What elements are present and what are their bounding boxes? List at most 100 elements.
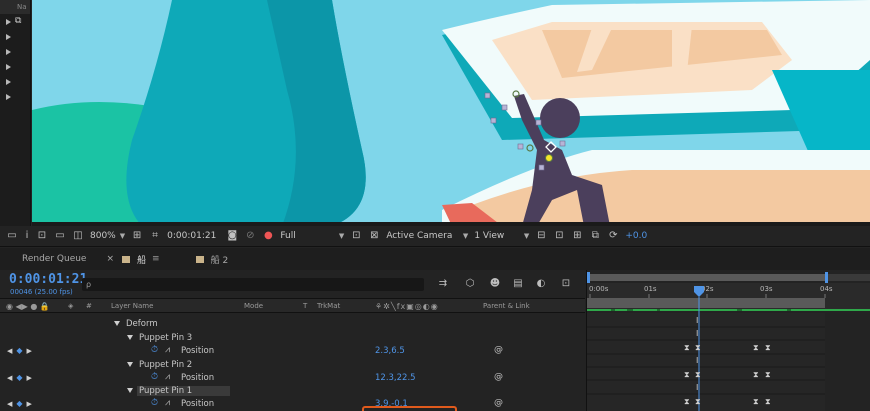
tab-composition-1[interactable]: × 船 ≡ — [96, 248, 169, 270]
expand-arrow-icon[interactable] — [6, 79, 11, 85]
expand-arrow-icon[interactable] — [6, 64, 11, 70]
expand-caret-icon[interactable] — [127, 362, 133, 367]
tab-menu-icon[interactable]: ≡ — [152, 254, 160, 264]
pick-whip-icon[interactable]: @ — [494, 345, 503, 355]
project-item[interactable] — [0, 89, 30, 104]
timeline-icon[interactable]: ⊞ — [571, 230, 583, 242]
info-icon[interactable]: i — [24, 230, 30, 242]
mask-icon[interactable]: ◫ — [72, 230, 84, 242]
tab-render-queue[interactable]: Render Queue — [0, 248, 96, 270]
layer-row-puppet-pin-1[interactable]: Puppet Pin 1 — [0, 385, 585, 398]
stopwatch-icon[interactable]: ⏱ — [151, 398, 158, 408]
position-value[interactable]: 2.3,6.5 — [375, 346, 405, 356]
keyframe-navigator[interactable]: ◀ ◆ ▶ — [7, 346, 32, 355]
tab-composition-2[interactable]: 船 2 — [186, 248, 239, 270]
fast-preview-icon[interactable]: ⊡ — [553, 230, 565, 242]
draft-3d-icon[interactable]: ⬡ — [463, 277, 477, 291]
color-channels-icon[interactable]: ● — [262, 230, 274, 242]
project-item[interactable] — [0, 74, 30, 89]
svg-text:⧗: ⧗ — [765, 397, 771, 406]
camera-dropdown[interactable]: Active Camera ▼ — [386, 231, 468, 241]
camera-icon[interactable]: ◙ — [226, 230, 238, 242]
svg-text:⧗: ⧗ — [765, 370, 771, 379]
toggle-pixel-aspect-icon[interactable]: ⊟ — [535, 230, 547, 242]
stopwatch-icon[interactable]: ⏱ — [151, 345, 158, 355]
frame-blending-icon[interactable]: ▤ — [511, 277, 525, 291]
expand-arrow-icon[interactable] — [6, 19, 11, 25]
expand-arrow-icon[interactable] — [6, 94, 11, 100]
graph-icon[interactable]: ⩘ — [165, 398, 170, 408]
views-dropdown[interactable]: 1 View ▼ — [474, 231, 529, 241]
property-label: Puppet Pin 2 — [139, 360, 193, 370]
column-parent-link[interactable]: Parent & Link — [483, 302, 530, 310]
switches-column-icons[interactable]: ⚘✲╲fx▣◎◐◉ — [375, 302, 439, 311]
tab-label: Render Queue — [22, 254, 87, 264]
svg-text:I: I — [696, 329, 698, 338]
composition-viewer[interactable] — [32, 0, 870, 226]
highlight-box — [362, 406, 457, 411]
transparency-grid-icon[interactable]: ⊠ — [368, 230, 380, 242]
pick-whip-icon[interactable]: @ — [494, 372, 503, 382]
shy-layers-icon[interactable]: ☻ — [488, 277, 502, 291]
timeline-graph-area[interactable]: 0:00s 01s 02s 03s 04s ⧗ ⧗ ⧗ ⧗ ⧗ ⧗ ⧗ ⧗ ⧗ ⧗ ⧗ ⧗ — [586, 270, 870, 411]
flowchart-icon[interactable]: ⧉ — [589, 230, 601, 242]
viewer-timecode[interactable]: 0:00:01:21 — [167, 231, 216, 241]
composition-mini-flowchart-icon[interactable]: ⇉ — [436, 277, 450, 291]
visibility-column-icons[interactable]: ◉ ◀▶ ● 🔒 — [6, 302, 50, 311]
project-item[interactable] — [0, 44, 30, 59]
crop-icon[interactable]: ⌗ — [149, 230, 161, 242]
layer-row-position[interactable]: ◀ ◆ ▶ ⏱ ⩘ Position 3.9,-0.1 @ — [0, 398, 585, 411]
stopwatch-icon[interactable]: ⏱ — [151, 372, 158, 382]
column-number[interactable]: # — [86, 302, 92, 310]
graph-icon[interactable]: ⩘ — [165, 372, 170, 382]
svg-text:⧗: ⧗ — [684, 370, 690, 379]
column-mode[interactable]: Mode — [244, 302, 263, 310]
column-layer-name[interactable]: Layer Name — [111, 302, 153, 310]
column-trkmat[interactable]: TrkMat — [317, 302, 340, 310]
expand-caret-icon[interactable] — [127, 388, 133, 393]
show-snapshot-icon[interactable]: ⊘ — [244, 230, 256, 242]
expand-arrow-icon[interactable] — [6, 49, 11, 55]
layer-row-puppet-pin-3[interactable]: Puppet Pin 3 — [0, 332, 585, 345]
layer-row-position[interactable]: ◀ ◆ ▶ ⏱ ⩘ Position 12.3,22.5 @ — [0, 372, 585, 385]
layer-list: Deform Puppet Pin 3 ◀ ◆ ▶ ⏱ ⩘ Position 2.3… — [0, 314, 585, 411]
layer-row-position[interactable]: ◀ ◆ ▶ ⏱ ⩘ Position 2.3,6.5 @ — [0, 345, 585, 358]
layer-row-deform[interactable]: Deform — [0, 318, 585, 331]
motion-blur-icon[interactable]: ◐ — [534, 277, 548, 291]
expand-arrow-icon[interactable] — [6, 34, 11, 40]
zoom-value: 800% — [90, 231, 116, 241]
keyframe-navigator[interactable]: ◀ ◆ ▶ — [7, 399, 32, 408]
project-item[interactable] — [0, 59, 30, 74]
expand-caret-icon[interactable] — [127, 335, 133, 340]
region-icon[interactable]: ⊡ — [36, 230, 48, 242]
monitor-icon[interactable]: ▭ — [54, 230, 66, 242]
ruler-label: 04s — [820, 285, 833, 293]
graph-editor-icon[interactable]: ⊡ — [559, 277, 573, 291]
keyframe-navigator[interactable]: ◀ ◆ ▶ — [7, 373, 32, 382]
column-t[interactable]: T — [303, 302, 307, 310]
pick-whip-icon[interactable]: @ — [494, 398, 503, 408]
timeline-ruler-and-keyframes[interactable]: 0:00s 01s 02s 03s 04s ⧗ ⧗ ⧗ ⧗ ⧗ ⧗ ⧗ ⧗ ⧗ ⧗ ⧗ ⧗ — [587, 270, 870, 411]
zoom-dropdown[interactable]: 800% ▼ — [90, 231, 125, 241]
grid-icon[interactable]: ⊞ — [131, 230, 143, 242]
viewer-toolbar: ▭ i ⊡ ▭ ◫ 800% ▼ ⊞ ⌗ 0:00:01:21 ◙ ⊘ ● Ful… — [0, 226, 870, 247]
position-value[interactable]: 12.3,22.5 — [375, 373, 416, 383]
layer-search-input[interactable]: ρ — [82, 278, 424, 291]
project-item[interactable]: ⧉ — [0, 14, 30, 29]
always-preview-icon[interactable]: ▭ — [6, 230, 18, 242]
reset-exposure-icon[interactable]: ⟳ — [607, 230, 619, 242]
label-column-icon[interactable]: ◈ — [68, 302, 73, 310]
exposure-value[interactable]: +0.0 — [625, 231, 647, 241]
project-item[interactable] — [0, 29, 30, 44]
svg-text:⧗: ⧗ — [765, 343, 771, 352]
close-icon[interactable]: × — [106, 254, 114, 264]
graph-icon[interactable]: ⩘ — [165, 345, 170, 355]
tab-label: 船 — [137, 255, 147, 266]
expand-caret-icon[interactable] — [114, 321, 120, 326]
region-of-interest-icon[interactable]: ⊡ — [350, 230, 362, 242]
current-timecode[interactable]: 0:00:01:21 — [9, 272, 87, 287]
resolution-dropdown[interactable]: Full ▼ — [280, 231, 344, 241]
layer-row-puppet-pin-2[interactable]: Puppet Pin 2 — [0, 359, 585, 372]
composition-canvas[interactable] — [32, 0, 870, 226]
property-label: Puppet Pin 3 — [139, 333, 193, 343]
